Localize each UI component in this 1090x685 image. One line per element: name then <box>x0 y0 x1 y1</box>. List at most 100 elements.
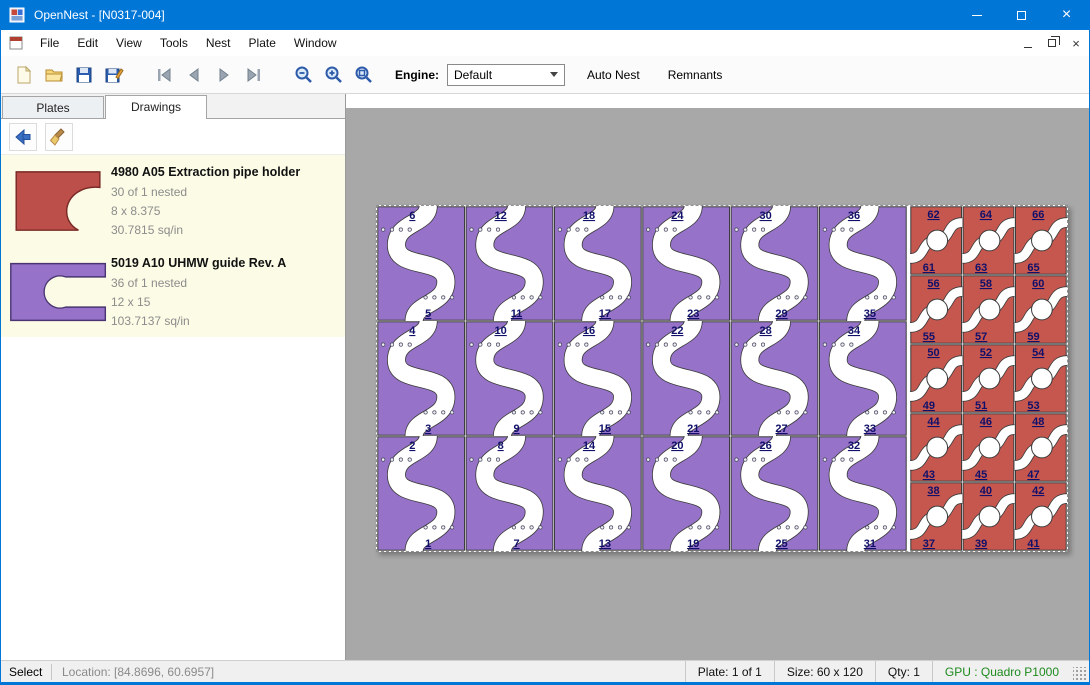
purple-part-pair[interactable]: 2625 <box>731 436 818 551</box>
purple-part-pair[interactable]: 65 <box>378 206 465 321</box>
menu-file[interactable]: File <box>31 30 68 56</box>
drawing-list-item[interactable]: 4980 A05 Extraction pipe holder 30 of 1 … <box>1 155 345 246</box>
red-part-pair[interactable]: 3837 <box>910 483 962 550</box>
minimize-button[interactable] <box>954 0 999 30</box>
part-number: 43 <box>923 469 935 481</box>
part-number: 60 <box>1032 278 1044 290</box>
status-mode: Select <box>1 665 51 679</box>
mdi-restore-icon <box>1048 39 1056 47</box>
main-toolbar: Engine: Default Auto Nest Remnants <box>1 56 1089 94</box>
part-number: 35 <box>864 308 876 320</box>
part-number: 52 <box>980 347 992 359</box>
part-number: 17 <box>599 308 611 320</box>
purple-part-pair[interactable]: 3433 <box>819 321 906 436</box>
drawing-size: 12 x 15 <box>111 293 339 312</box>
red-part-pair[interactable]: 5049 <box>910 345 962 412</box>
previous-plate-button[interactable] <box>179 60 209 90</box>
mdi-restore-button[interactable] <box>1041 33 1063 53</box>
menu-edit[interactable]: Edit <box>68 30 107 56</box>
auto-nest-button[interactable]: Auto Nest <box>581 64 646 86</box>
remnants-button[interactable]: Remnants <box>662 64 729 86</box>
save-button[interactable] <box>69 60 99 90</box>
zoom-out-button[interactable] <box>289 60 319 90</box>
purple-part-pair[interactable]: 1817 <box>554 206 641 321</box>
menu-view[interactable]: View <box>107 30 151 56</box>
red-part-pair[interactable]: 4847 <box>1015 414 1067 481</box>
open-file-button[interactable] <box>39 60 69 90</box>
purple-part-pair[interactable]: 43 <box>378 321 465 436</box>
menu-tools[interactable]: Tools <box>151 30 197 56</box>
purple-part-pair[interactable]: 2827 <box>731 321 818 436</box>
part-number: 14 <box>583 440 596 452</box>
red-part-pair[interactable]: 6059 <box>1015 276 1067 343</box>
resize-grip[interactable] <box>1073 667 1087 681</box>
purple-part-pair[interactable]: 109 <box>466 321 553 436</box>
plate[interactable]: 6512111817242330293635431091615222128273… <box>376 205 1068 552</box>
drawing-list-item[interactable]: 5019 A10 UHMW guide Rev. A 36 of 1 neste… <box>1 246 345 337</box>
purple-part-pair[interactable]: 21 <box>378 436 465 551</box>
first-arrow-icon <box>154 65 174 85</box>
zoom-in-button[interactable] <box>319 60 349 90</box>
part-number: 13 <box>599 538 611 550</box>
purple-part-pair[interactable]: 2221 <box>643 321 730 436</box>
purple-part-pair[interactable]: 14 13 <box>554 436 641 551</box>
tab-plates[interactable]: Plates <box>2 96 104 118</box>
drawing-list: 4980 A05 Extraction pipe holder 30 of 1 … <box>1 155 345 337</box>
part-number: 57 <box>975 331 987 343</box>
status-gpu: GPU : Quadro P1000 <box>932 661 1071 682</box>
red-part-pair[interactable]: 4645 <box>962 414 1014 481</box>
close-button[interactable]: × <box>1044 0 1089 30</box>
nested-parts-svg: 6512111817242330293635431091615222128273… <box>377 206 1067 551</box>
status-plate: Plate: 1 of 1 <box>685 661 774 682</box>
minimize-icon <box>972 15 982 16</box>
purple-part-pair[interactable]: 3231 <box>819 436 906 551</box>
red-part-pair[interactable]: 5251 <box>962 345 1014 412</box>
next-arrow-icon <box>214 65 234 85</box>
next-plate-button[interactable] <box>209 60 239 90</box>
purple-part-pair[interactable]: 3635 <box>819 206 906 321</box>
red-part-pair[interactable]: 6463 <box>962 207 1014 274</box>
zoom-in-icon <box>324 65 344 85</box>
menu-window[interactable]: Window <box>285 30 346 56</box>
save-as-icon <box>104 65 124 85</box>
mdi-minimize-icon <box>1024 47 1032 48</box>
import-drawing-button[interactable] <box>9 123 37 151</box>
purple-part-pair[interactable]: 3029 <box>731 206 818 321</box>
red-part-pair[interactable]: 6261 <box>910 207 962 274</box>
part-number: 33 <box>864 423 876 435</box>
red-part-pair[interactable]: 5453 <box>1015 345 1067 412</box>
purple-part-pair[interactable]: 1615 <box>554 321 641 436</box>
part-number: 2 <box>409 440 415 452</box>
red-part-pair[interactable]: 4241 <box>1015 483 1067 550</box>
red-part-pair[interactable]: 4443 <box>910 414 962 481</box>
red-part-pair[interactable]: 5655 <box>910 276 962 343</box>
zoom-fit-button[interactable] <box>349 60 379 90</box>
drawings-panel: 4980 A05 Extraction pipe holder 30 of 1 … <box>1 119 345 660</box>
mdi-close-button[interactable]: × <box>1065 33 1087 53</box>
part-number: 18 <box>583 210 595 222</box>
save-as-button[interactable] <box>99 60 129 90</box>
part-number: 45 <box>975 469 987 481</box>
part-thumbnail-purple <box>7 252 111 331</box>
purple-part-pair[interactable]: 1211 <box>466 206 553 321</box>
red-part-pair[interactable]: 5857 <box>962 276 1014 343</box>
nesting-canvas[interactable]: 6512111817242330293635431091615222128273… <box>346 94 1089 660</box>
menu-nest[interactable]: Nest <box>197 30 240 56</box>
part-number: 16 <box>583 325 595 337</box>
purple-part-pair[interactable]: 2019 <box>643 436 730 551</box>
red-part-pair[interactable]: 4039 <box>962 483 1014 550</box>
menubar: File Edit View Tools Nest Plate Window × <box>1 30 1089 56</box>
engine-select[interactable]: Default <box>447 64 565 86</box>
purple-part-pair[interactable]: 87 <box>466 436 553 551</box>
part-number: 3 <box>425 423 431 435</box>
menu-plate[interactable]: Plate <box>240 30 285 56</box>
new-file-button[interactable] <box>9 60 39 90</box>
purple-part-pair[interactable]: 2423 <box>643 206 730 321</box>
tab-drawings[interactable]: Drawings <box>105 95 207 119</box>
red-part-pair[interactable]: 6665 <box>1015 207 1067 274</box>
last-plate-button[interactable] <box>239 60 269 90</box>
clear-drawings-button[interactable] <box>45 123 73 151</box>
first-plate-button[interactable] <box>149 60 179 90</box>
mdi-minimize-button[interactable] <box>1017 33 1039 53</box>
maximize-button[interactable] <box>999 0 1044 30</box>
